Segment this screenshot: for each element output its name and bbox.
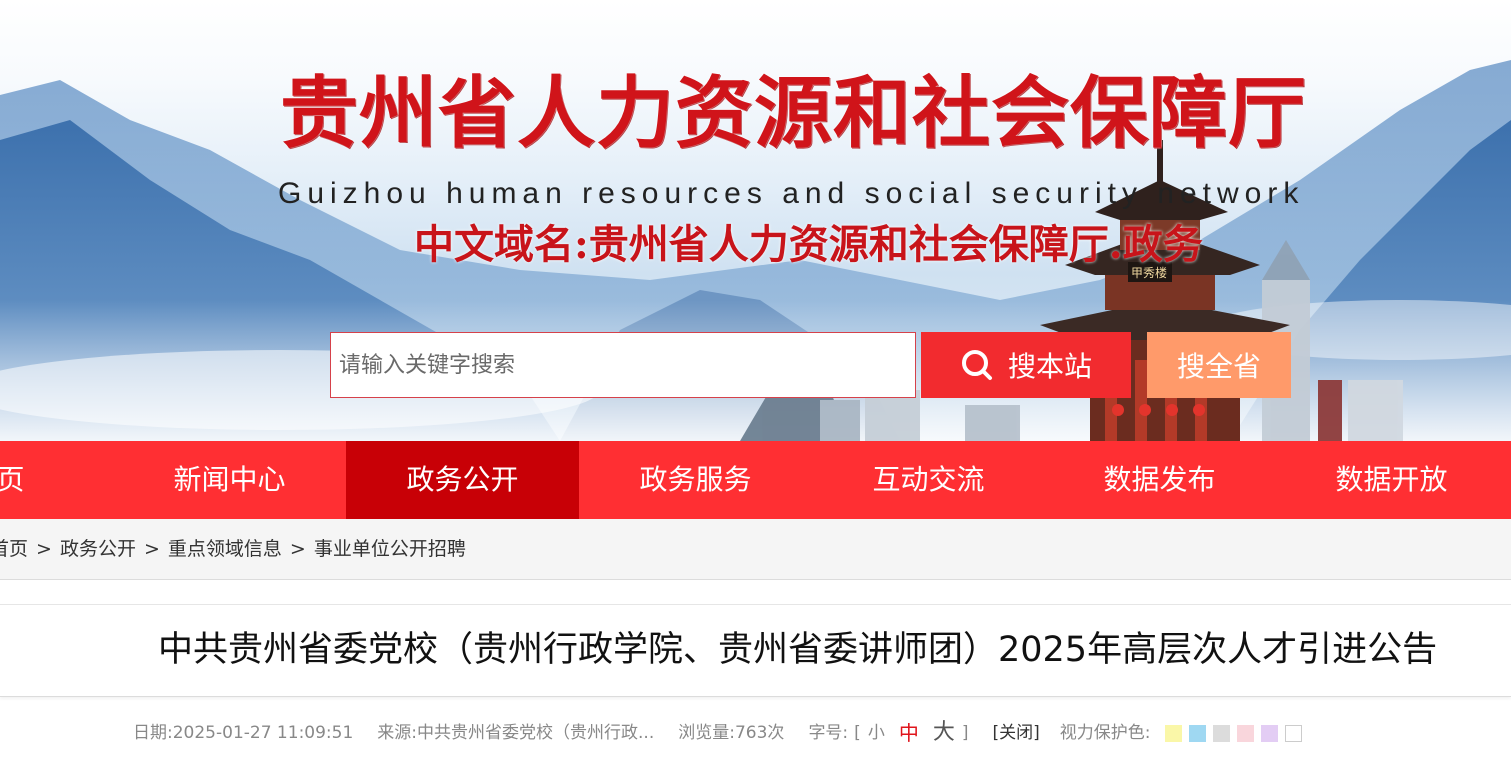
- breadcrumb-separator: >: [36, 538, 52, 560]
- nav-item-gov-services[interactable]: 政务服务: [579, 441, 812, 519]
- eye-color-yellow-swatch[interactable]: [1165, 724, 1183, 742]
- views-label: 浏览量:: [678, 723, 735, 743]
- search-icon: [961, 350, 992, 380]
- breadcrumb: 首页 > 政务公开 > 重点领域信息 > 事业单位公开招聘: [0, 519, 466, 579]
- search-site-label: 搜本站: [1007, 350, 1092, 383]
- eye-protection-label: 视力保护色:: [1059, 723, 1151, 743]
- article-title-bar: 中共贵州省委党校（贵州行政学院、贵州省委讲师团）2025年高层次人才引进公告: [0, 604, 1511, 697]
- site-title: 贵州省人力资源和社会保障厅: [280, 69, 1308, 159]
- date-label: 日期:: [133, 723, 173, 743]
- breadcrumb-gov-affairs-open[interactable]: 政务公开: [60, 538, 136, 560]
- bracket-close: ]: [961, 723, 969, 743]
- eye-color-pink-swatch[interactable]: [1237, 724, 1255, 742]
- search-site-button[interactable]: 搜本站: [921, 332, 1131, 398]
- search-input[interactable]: [331, 333, 915, 397]
- article-title: 中共贵州省委党校（贵州行政学院、贵州省委讲师团）2025年高层次人才引进公告: [158, 630, 1438, 670]
- breadcrumb-bar: 首页 > 政务公开 > 重点领域信息 > 事业单位公开招聘: [0, 519, 1511, 580]
- publish-date: 2025-01-27 11:09:51: [172, 723, 354, 743]
- nav-item-data-release[interactable]: 数据发布: [1043, 441, 1276, 519]
- source-label: 来源:: [377, 723, 418, 743]
- eye-color-blue-swatch[interactable]: [1189, 724, 1207, 742]
- search-box: [330, 332, 916, 398]
- article-meta: 日期: 2025-01-27 11:09:51 来源: 中共贵州省委党校（贵州行…: [133, 716, 1303, 750]
- nav-item-open-data[interactable]: 数据开放: [1275, 441, 1508, 519]
- article-source: 中共贵州省委党校（贵州行政...: [417, 723, 655, 743]
- nav-item-gov-affairs-open[interactable]: 政务公开: [346, 441, 579, 519]
- site-subtitle-english: Guizhou human resources and social secur…: [278, 177, 1305, 210]
- font-size-medium-button[interactable]: 中: [899, 716, 919, 750]
- font-size-small-button[interactable]: 小: [868, 716, 885, 750]
- breadcrumb-separator: >: [289, 538, 306, 560]
- chinese-domain-line: 中文域名:贵州省人力资源和社会保障厅.政务: [414, 221, 1203, 268]
- eye-color-gray-swatch[interactable]: [1213, 724, 1231, 742]
- nav-item-news[interactable]: 新闻中心: [113, 441, 346, 519]
- bracket-open: [: [854, 723, 861, 743]
- nav-item-home[interactable]: 页: [0, 441, 127, 519]
- view-count: 763次: [734, 723, 785, 743]
- breadcrumb-public-recruitment[interactable]: 事业单位公开招聘: [314, 538, 466, 560]
- breadcrumb-separator: >: [143, 538, 160, 560]
- header-banner: 甲秀楼 贵州省人力资源和社会保障厅 Guizhou human resource…: [0, 0, 1511, 441]
- font-size-label: 字号:: [808, 723, 849, 743]
- nav-item-interaction[interactable]: 互动交流: [812, 441, 1045, 519]
- search-province-button[interactable]: 搜全省: [1147, 332, 1291, 398]
- close-page-link[interactable]: [关闭]: [992, 716, 1039, 750]
- eye-color-white-swatch[interactable]: [1285, 724, 1303, 742]
- font-size-large-button[interactable]: 大: [933, 716, 955, 750]
- eye-color-purple-swatch[interactable]: [1261, 724, 1279, 742]
- breadcrumb-key-areas[interactable]: 重点领域信息: [168, 538, 282, 560]
- breadcrumb-home[interactable]: 首页: [0, 538, 28, 560]
- main-nav: 页 新闻中心 政务公开 政务服务 互动交流 数据发布 数据开放: [0, 441, 1511, 519]
